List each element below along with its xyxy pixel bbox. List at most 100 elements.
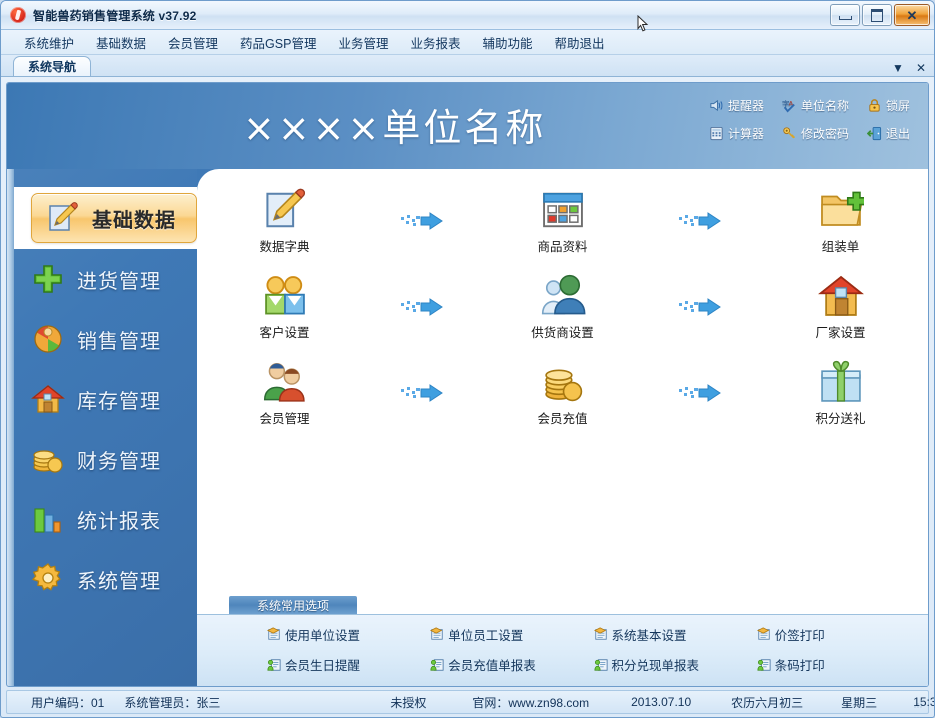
status-lunar-date: 农历六月初三	[731, 695, 804, 710]
link-label: 价签打印	[774, 628, 825, 643]
link-member-birthday-reminder[interactable]: 会员生日提醒	[267, 655, 430, 674]
quick-button-change-password[interactable]: 修改密码	[782, 125, 849, 142]
gear-icon	[31, 563, 61, 591]
nav-cell-data-dictionary[interactable]: 数据字典	[215, 187, 354, 255]
gift-box-icon	[820, 360, 861, 402]
clipboard-icon	[267, 627, 280, 640]
flow-arrow-4	[678, 275, 725, 339]
company-name-title: ××××单位名称	[243, 106, 547, 150]
lock-icon	[869, 99, 880, 112]
coins-icon	[33, 450, 63, 473]
nav-cell-assembly-order[interactable]: 组装单	[771, 187, 910, 255]
link-label: 会员生日提醒	[285, 659, 361, 674]
link-barcode-print[interactable]: 条码打印	[757, 655, 920, 674]
menu-item-auxiliary-functions[interactable]: 辅助功能	[471, 30, 543, 55]
title-bar: 智能兽药销售管理系统 v37.92 ✕	[1, 1, 934, 30]
sidebar-item-label: 统计报表	[77, 510, 161, 533]
tab-system-navigation[interactable]: 系统导航	[13, 56, 92, 76]
speaker-icon	[710, 99, 723, 112]
chevron-down-icon[interactable]: ▼	[892, 62, 904, 74]
quick-button-company-name[interactable]: 字 A 单位名称	[782, 97, 849, 114]
link-system-basic-settings[interactable]: 系统基本设置	[593, 625, 757, 644]
quick-button-lock-screen[interactable]: 锁屏	[867, 97, 910, 114]
minimize-icon	[838, 16, 852, 20]
link-staff-settings[interactable]: 单位员工设置	[430, 625, 593, 644]
link-price-tag-print[interactable]: 价签打印	[756, 625, 920, 644]
menu-bar: 系统维护 基础数据 会员管理 药品GSP管理 业务管理 业务报表 辅助功能 帮助…	[1, 30, 934, 55]
sidebar-item-finance[interactable]: 财务管理	[7, 429, 197, 489]
common-options-links: 使用单位设置 单位员工设置 系统基本设置 价签打印 会员生日提醒 会员充值单报表…	[197, 614, 928, 686]
clipboard-icon	[593, 627, 607, 640]
close-button[interactable]: ✕	[894, 4, 930, 26]
sidebar-item-reports[interactable]: 统计报表	[7, 489, 197, 549]
link-member-recharge-report[interactable]: 会员充值单报表	[430, 655, 593, 674]
common-options-tab[interactable]: 系统常用选项	[229, 596, 357, 614]
content-frame: ××××单位名称 提醒器 字 A 单位名称 锁屏 计算器 修改密码 退出 基础数…	[6, 82, 929, 687]
menu-item-member-management[interactable]: 会员管理	[157, 30, 229, 55]
menu-item-business-reports[interactable]: 业务报表	[399, 30, 471, 55]
nav-cell-member-management[interactable]: 会员管理	[215, 359, 354, 427]
sidebar-item-label: 销售管理	[77, 330, 161, 353]
link-label: 使用单位设置	[285, 628, 361, 643]
window-controls: ✕	[830, 4, 930, 26]
content-body: 基础数据 进货管理 销售管理 库存管理 财务管理 统计报表 系统管理 数据字典 …	[7, 169, 928, 686]
quick-button-reminder[interactable]: 提醒器	[709, 97, 764, 114]
nav-cell-label: 商品资料	[537, 240, 588, 254]
person-report-icon	[267, 659, 281, 671]
sidebar-item-purchase[interactable]: 进货管理	[7, 249, 197, 309]
minimize-button[interactable]	[830, 4, 860, 26]
quick-button-exit[interactable]: 退出	[866, 125, 910, 142]
close-tab-icon[interactable]: ✕	[916, 62, 926, 74]
sidebar-item-system[interactable]: 系统管理	[7, 549, 197, 609]
nav-cell-label: 数据字典	[259, 240, 310, 254]
quick-button-calculator[interactable]: 计算器	[709, 125, 764, 142]
person-report-icon	[430, 659, 444, 671]
quick-button-label: 单位名称	[800, 99, 849, 113]
status-operator: 系统管理员：张三	[124, 695, 221, 710]
nav-cell-member-recharge[interactable]: 会员充值	[493, 359, 632, 427]
link-label: 单位员工设置	[448, 628, 524, 643]
tab-strip-tools: ▼ ✕	[892, 62, 926, 74]
menu-item-help-exit[interactable]: 帮助退出	[544, 30, 616, 55]
menu-item-system-maintenance[interactable]: 系统维护	[13, 30, 85, 55]
person-report-icon	[593, 659, 608, 671]
menu-item-gsp-management[interactable]: 药品GSP管理	[229, 30, 327, 55]
sidebar-item-basic-data[interactable]: 基础数据	[14, 187, 197, 249]
resize-grip[interactable]	[912, 698, 924, 710]
application-window: 智能兽药销售管理系统 v37.92 ✕ 系统维护 基础数据 会员管理 药品GSP…	[0, 0, 935, 718]
calculator-icon	[710, 126, 723, 141]
two-persons-icon	[264, 276, 305, 315]
window-title: 智能兽药销售管理系统 v37.92	[33, 8, 197, 23]
status-user-code: 用户编码：01	[31, 695, 105, 710]
sidebar-item-sales[interactable]: 销售管理	[7, 309, 197, 369]
nav-cell-supplier-settings[interactable]: 供货商设置	[493, 273, 632, 341]
status-bar: 用户编码：01 系统管理员：张三 未授权 官网：www.zn98.com 201…	[6, 690, 934, 714]
sidebar-item-label: 财务管理	[77, 450, 161, 473]
green-cross-icon	[34, 265, 62, 293]
link-unit-settings[interactable]: 使用单位设置	[267, 625, 430, 644]
maximize-button[interactable]	[862, 4, 892, 26]
quick-button-label: 退出	[885, 127, 910, 141]
sidebar-item-label: 系统管理	[77, 570, 161, 593]
clipboard-icon	[430, 627, 443, 640]
sidebar-item-label: 库存管理	[77, 390, 161, 413]
sidebar-item-inventory[interactable]: 库存管理	[7, 369, 197, 429]
sidebar-item-inner: 基础数据	[31, 193, 197, 243]
nav-cell-manufacturer-settings[interactable]: 厂家设置	[771, 273, 910, 341]
nav-cell-points-gift[interactable]: 积分送礼	[771, 359, 910, 427]
main-panel: 数据字典 商品资料 组装单 客户设置 供货商设置 厂家设置 会员管理 会员充值 …	[197, 169, 928, 686]
nav-cell-customer-settings[interactable]: 客户设置	[215, 273, 354, 341]
link-points-redemption-report[interactable]: 积分兑现单报表	[593, 655, 757, 674]
pencil-note-icon	[49, 202, 78, 231]
dotted-right-arrow-icon	[400, 384, 443, 402]
dotted-right-arrow-icon	[678, 298, 721, 316]
common-options-panel: 系统常用选项 使用单位设置 单位员工设置 系统基本设置 价签打印 会员生日提醒 …	[197, 596, 928, 686]
nav-cell-product-info[interactable]: 商品资料	[493, 187, 632, 255]
members-icon	[263, 362, 305, 402]
tab-strip: 系统导航 ▼ ✕	[1, 55, 934, 77]
dotted-right-arrow-icon	[678, 384, 721, 402]
menu-item-business-management[interactable]: 业务管理	[327, 30, 399, 55]
nav-cell-label: 厂家设置	[815, 326, 866, 340]
status-license: 未授权	[390, 695, 427, 710]
menu-item-basic-data[interactable]: 基础数据	[85, 30, 157, 55]
